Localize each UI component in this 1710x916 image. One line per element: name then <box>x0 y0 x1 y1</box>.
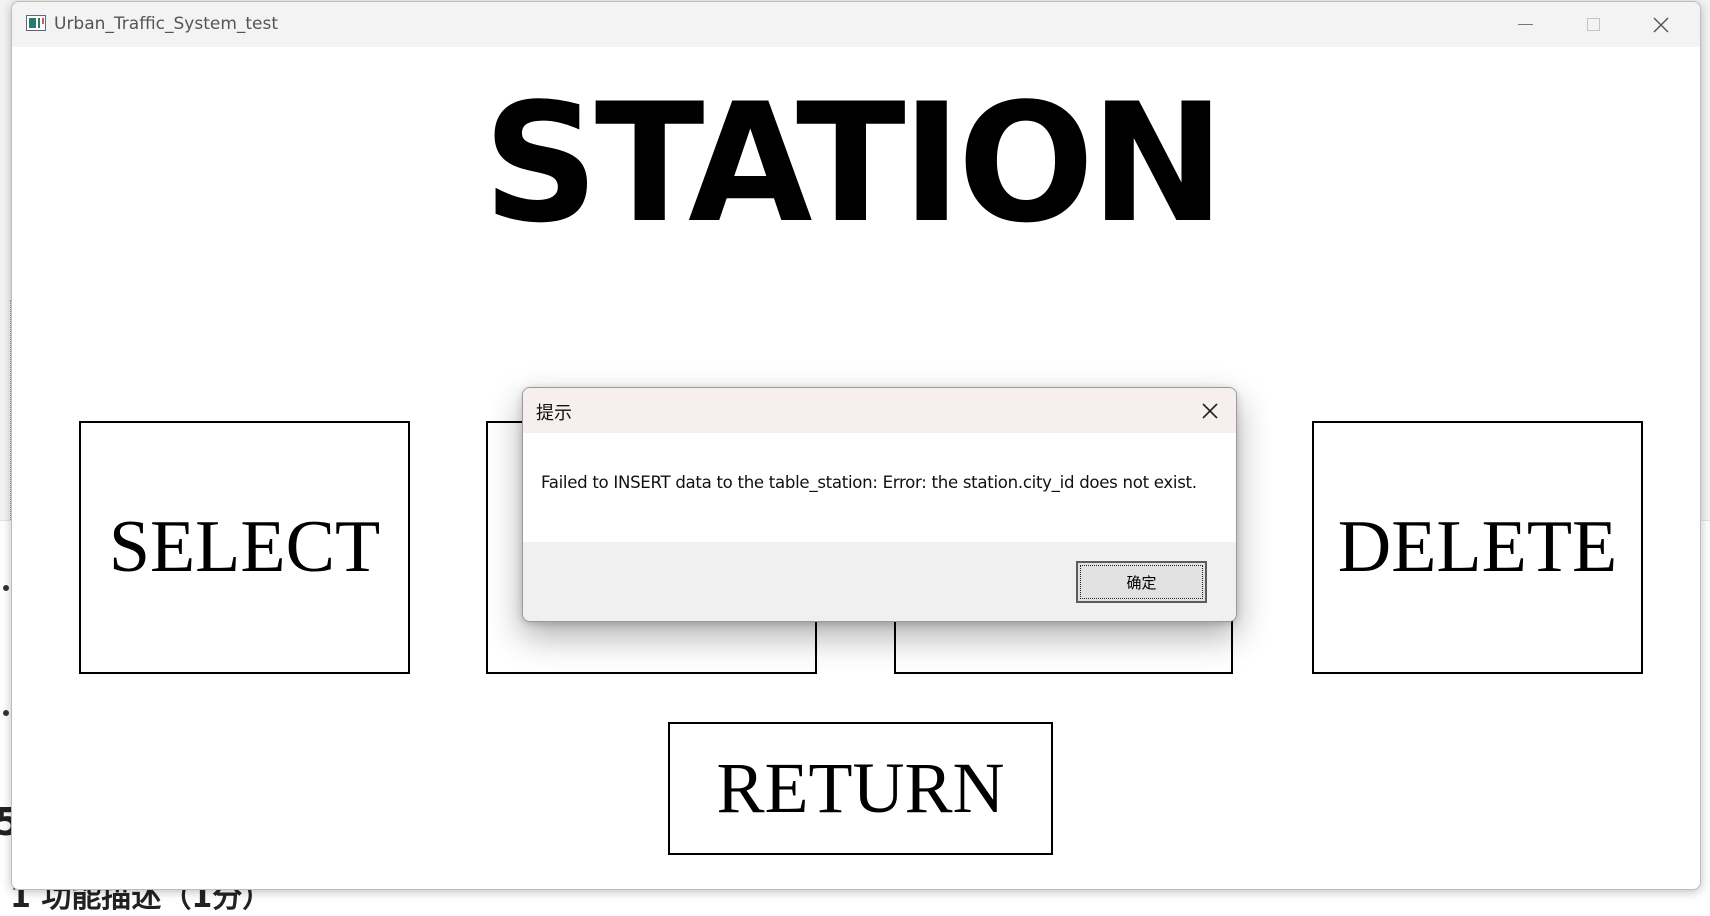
close-button[interactable] <box>1627 2 1695 47</box>
client-area: STATION SELECT INSERT UPDATE DELETE RETU… <box>12 47 1700 889</box>
ok-button-label: 确定 <box>1080 565 1203 599</box>
delete-button[interactable]: DELETE <box>1312 421 1643 674</box>
background-bullet <box>3 585 9 591</box>
dialog-message: Failed to INSERT data to the table_stati… <box>541 473 1197 492</box>
select-button[interactable]: SELECT <box>79 421 410 674</box>
dialog-body: Failed to INSERT data to the table_stati… <box>523 433 1236 542</box>
maximize-button[interactable] <box>1559 2 1627 47</box>
dialog-titlebar[interactable]: 提示 <box>523 388 1236 433</box>
ok-button[interactable]: 确定 <box>1076 561 1207 603</box>
minimize-button[interactable] <box>1491 2 1559 47</box>
close-icon <box>1653 17 1669 32</box>
app-window: Urban_Traffic_System_test STATION SELECT… <box>11 1 1701 890</box>
window-title: Urban_Traffic_System_test <box>54 14 279 34</box>
dialog-title: 提示 <box>536 403 572 424</box>
page-title: STATION <box>483 68 1225 259</box>
close-icon <box>1202 402 1218 419</box>
maximize-icon <box>1586 18 1600 31</box>
background-bullet <box>3 710 9 716</box>
message-dialog: 提示 Failed to INSERT data to the table_st… <box>522 387 1237 622</box>
app-icon <box>26 15 46 31</box>
minimize-icon <box>1517 24 1533 25</box>
window-titlebar[interactable]: Urban_Traffic_System_test <box>12 2 1700 47</box>
dialog-close-button[interactable] <box>1184 388 1236 433</box>
return-button[interactable]: RETURN <box>668 722 1053 855</box>
